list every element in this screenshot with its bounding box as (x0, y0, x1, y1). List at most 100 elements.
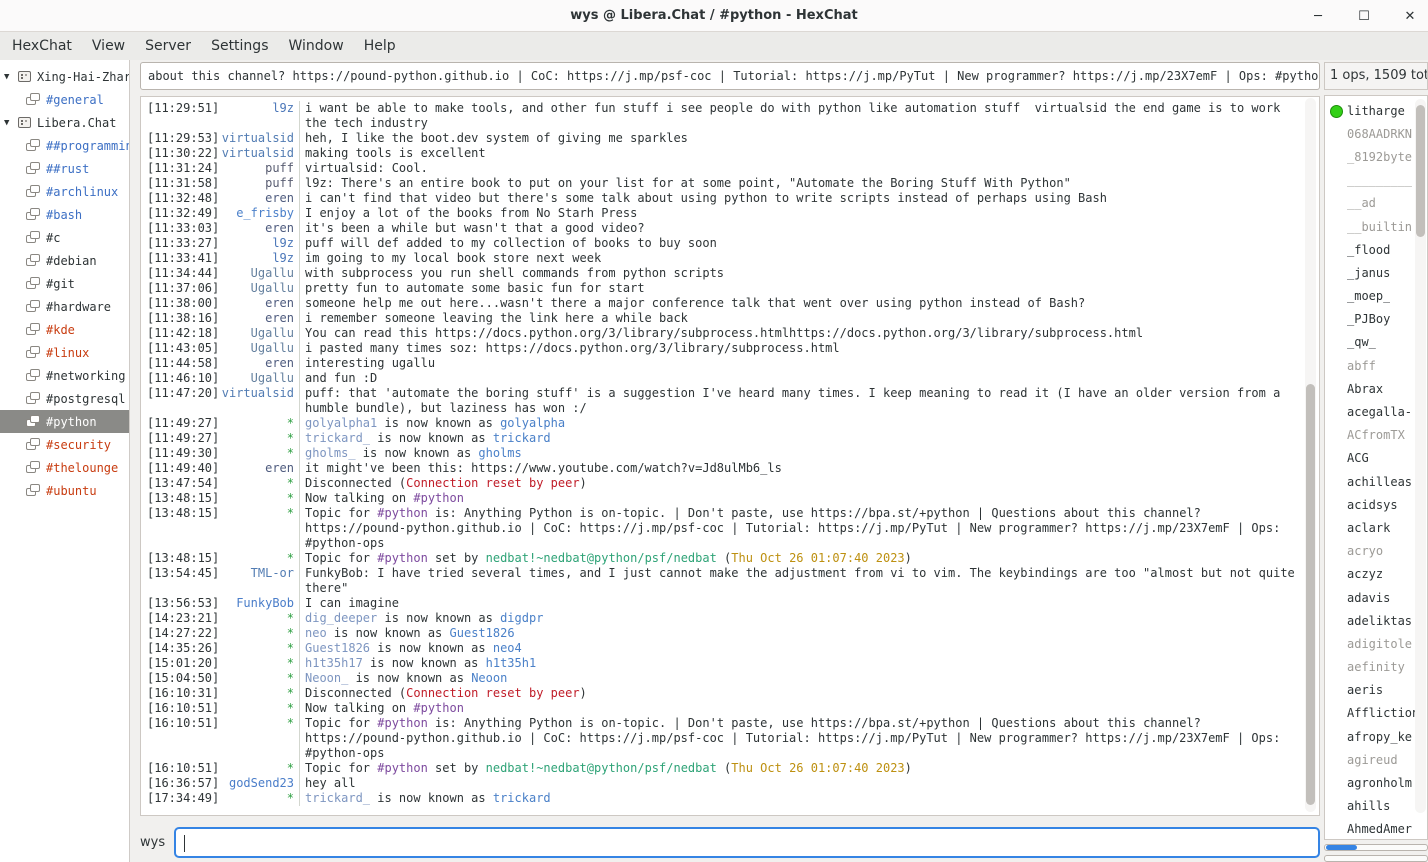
expander-icon[interactable]: ▼ (4, 72, 18, 82)
chat-message: [11:49:27]*trickard_ is now known as tri… (147, 431, 1303, 446)
maximize-icon[interactable]: ☐ (1354, 6, 1374, 26)
tree-item-XingHaiZhar[interactable]: ▼ Xing-Hai-Zhar (0, 65, 129, 88)
chat-message: [13:56:53]FunkyBobI can imagine (147, 596, 1303, 611)
user-icon-spacer (1330, 313, 1347, 325)
userlist-scrollbar[interactable] (1415, 99, 1426, 813)
user-list-item[interactable]: adeliktas (1325, 609, 1427, 632)
user-list-item[interactable]: aczyz (1325, 563, 1427, 586)
userlist-scrollbar-thumb[interactable] (1416, 105, 1425, 237)
close-icon[interactable]: ✕ (1400, 6, 1420, 26)
tree-item-programming[interactable]: ##programming (0, 134, 129, 157)
user-list-item[interactable]: _janus (1325, 261, 1427, 284)
chat-scrollbar[interactable] (1305, 98, 1316, 812)
tree-item-postgresql[interactable]: #postgresql (0, 387, 129, 410)
tree-item-label: #kde (46, 323, 75, 337)
user-list-item[interactable]: _qw_ (1325, 331, 1427, 354)
user-list-item[interactable]: ACfromTX (1325, 424, 1427, 447)
user-list-item[interactable]: acidsys (1325, 493, 1427, 516)
message-text: i want be able to make tools, and other … (299, 101, 1303, 131)
chat-message: [11:30:22]virtualsidmaking tools is exce… (147, 146, 1303, 161)
user-list-item[interactable]: agronholm (1325, 771, 1427, 794)
tree-item-thelounge[interactable]: #thelounge (0, 456, 129, 479)
user-list-item[interactable]: acegalla- (1325, 400, 1427, 423)
user-list-item[interactable]: Affliction (1325, 702, 1427, 725)
user-name: acidsys (1347, 498, 1398, 512)
user-list-item[interactable]: _8192byte (1325, 145, 1427, 168)
tree-item-c[interactable]: #c (0, 226, 129, 249)
user-list-item[interactable]: _moep_ (1325, 285, 1427, 308)
expander-icon[interactable]: ▼ (4, 118, 18, 128)
tree-item-hardware[interactable]: #hardware (0, 295, 129, 318)
message-input[interactable] (174, 827, 1320, 858)
chat-scrollbar-thumb[interactable] (1306, 384, 1315, 805)
tree-item-linux[interactable]: #linux (0, 341, 129, 364)
user-list-item[interactable]: adigitole (1325, 632, 1427, 655)
user-list-item[interactable]: agireud (1325, 748, 1427, 771)
channel-icon (26, 277, 41, 290)
user-icon-spacer (1330, 360, 1347, 372)
chat-message: [17:34:49]*trickard_ is now known as tri… (147, 791, 1303, 806)
menu-view[interactable]: View (82, 32, 135, 60)
user-list-item[interactable]: ahills (1325, 795, 1427, 818)
nick: eren (221, 221, 299, 236)
timestamp: [11:34:44] (147, 266, 221, 281)
minimize-icon[interactable]: ─ (1308, 6, 1328, 26)
tree-item-LiberaChat[interactable]: ▼Libera.Chat (0, 111, 129, 134)
user-list-item[interactable]: ACG (1325, 447, 1427, 470)
tree-item-label: Xing-Hai-Zhar (37, 70, 129, 84)
menu-hexchat[interactable]: HexChat (2, 32, 82, 60)
menu-window[interactable]: Window (278, 32, 353, 60)
timestamp: [13:48:15] (147, 491, 221, 506)
user-list-item[interactable]: aefinity (1325, 656, 1427, 679)
user-list-item[interactable]: _PJBoy (1325, 308, 1427, 331)
tree-item-networking[interactable]: #networking (0, 364, 129, 387)
topic-input[interactable]: about this channel? https://pound-python… (140, 62, 1320, 90)
user-list-item[interactable]: 068AADRKN (1325, 122, 1427, 145)
channel-icon (26, 254, 41, 267)
user-list-item[interactable]: __builtin (1325, 215, 1427, 238)
tree-item-general[interactable]: #general (0, 88, 129, 111)
user-list-item[interactable]: __ad (1325, 192, 1427, 215)
timestamp: [11:38:00] (147, 296, 221, 311)
user-list-item[interactable]: aeris (1325, 679, 1427, 702)
timestamp: [16:10:51] (147, 716, 221, 761)
message-text: puff will def added to my collection of … (299, 236, 1303, 251)
user-list-item[interactable]: adavis (1325, 586, 1427, 609)
menu-settings[interactable]: Settings (201, 32, 278, 60)
tree-item-archlinux[interactable]: #archlinux (0, 180, 129, 203)
timestamp: [13:48:15] (147, 551, 221, 566)
message-text: someone help me out here...wasn't there … (299, 296, 1303, 311)
tree-item-ubuntu[interactable]: #ubuntu (0, 479, 129, 502)
tree-item-kde[interactable]: #kde (0, 318, 129, 341)
user-icon-spacer (1330, 754, 1347, 766)
nick: Ugallu (221, 266, 299, 281)
menu-server[interactable]: Server (135, 32, 201, 60)
timestamp: [11:32:49] (147, 206, 221, 221)
tree-item-python[interactable]: #python (0, 410, 129, 433)
user-list-item[interactable]: Abrax (1325, 377, 1427, 400)
user-icon-spacer (1330, 174, 1347, 186)
timestamp: [11:37:06] (147, 281, 221, 296)
user-icon-spacer (1330, 244, 1347, 256)
user-list-item[interactable]: acryo (1325, 540, 1427, 563)
tree-item-security[interactable]: #security (0, 433, 129, 456)
nick: virtualsid (221, 146, 299, 161)
tree-item-debian[interactable]: #debian (0, 249, 129, 272)
tree-item-rust[interactable]: ##rust (0, 157, 129, 180)
user-list-item[interactable]: aclark (1325, 516, 1427, 539)
tree-item-bash[interactable]: #bash (0, 203, 129, 226)
user-list-item[interactable]: _flood (1325, 238, 1427, 261)
tree-item-git[interactable]: #git (0, 272, 129, 295)
user-list-item[interactable]: abff (1325, 354, 1427, 377)
nick: godSend23 (221, 776, 299, 791)
channel-icon (26, 392, 41, 405)
menu-help[interactable]: Help (354, 32, 406, 60)
user-list-item[interactable]: afropy_ke (1325, 725, 1427, 748)
chat-message: [16:10:31]*Disconnected (Connection rese… (147, 686, 1303, 701)
user-list-item[interactable]: litharge (1325, 99, 1427, 122)
user-list-item[interactable]: AhmedAmer (1325, 818, 1427, 840)
timestamp: [11:29:51] (147, 101, 221, 131)
user-list-item[interactable]: achilleas (1325, 470, 1427, 493)
chat-message: [11:49:40]erenit might've been this: htt… (147, 461, 1303, 476)
user-list-item[interactable]: _________ (1325, 169, 1427, 192)
